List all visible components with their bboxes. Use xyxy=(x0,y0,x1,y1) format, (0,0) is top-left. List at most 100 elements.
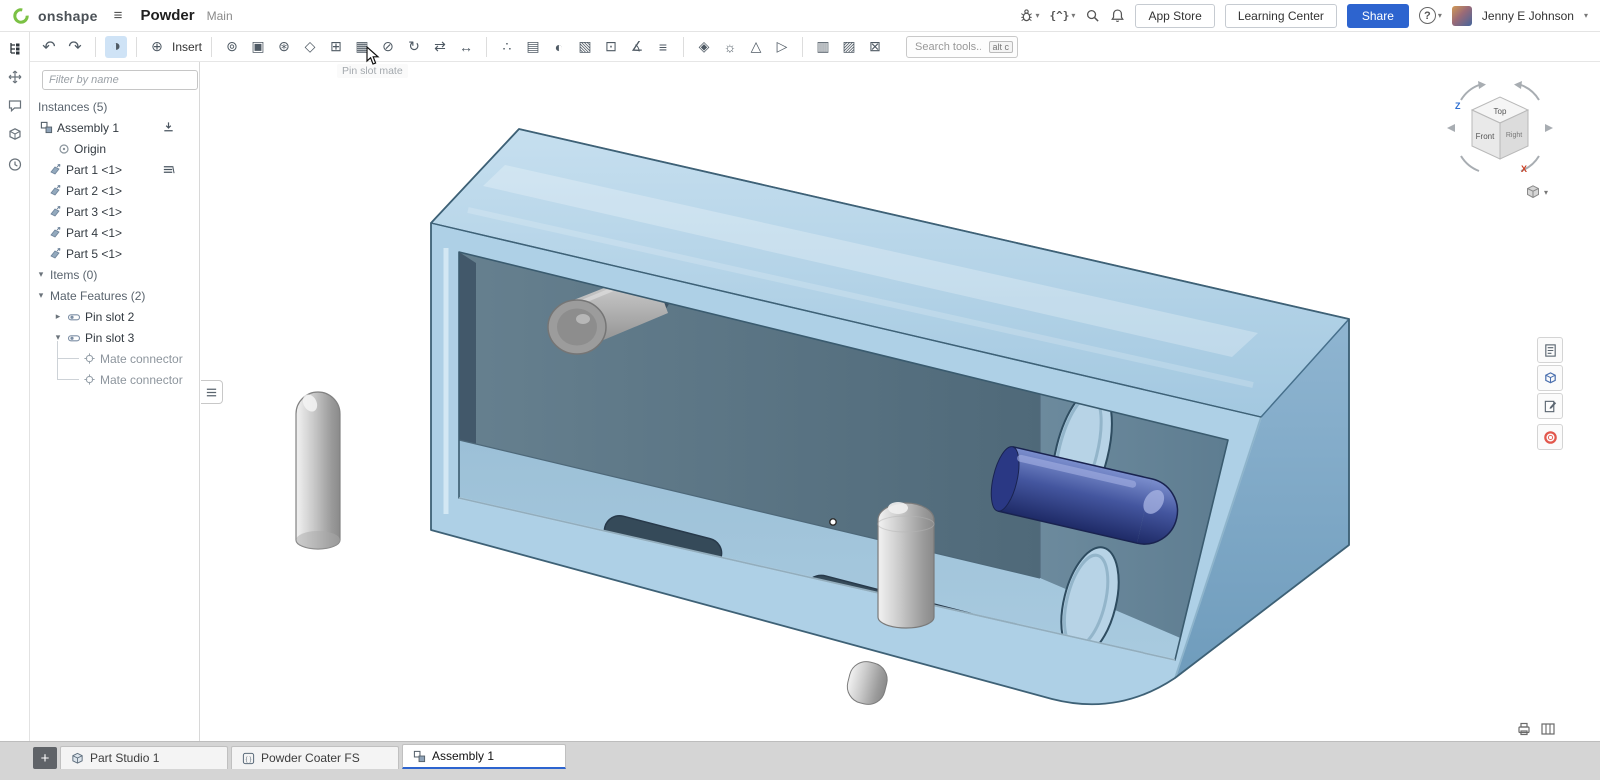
parts-panel-button[interactable] xyxy=(1537,365,1563,391)
assembly-tool-icon[interactable]: ⊛ xyxy=(273,36,295,58)
pin-slot-mate-icon xyxy=(67,310,81,324)
app-store-button[interactable]: App Store xyxy=(1135,4,1214,28)
featurescript-menu[interactable]: {^} ▾ xyxy=(1050,9,1076,22)
assembly-3d-model[interactable] xyxy=(201,62,1600,741)
search-tools-input[interactable] xyxy=(915,41,981,53)
chevron-down-icon: ▾ xyxy=(36,269,46,280)
history-icon[interactable] xyxy=(6,155,24,173)
assembly-tool-icon[interactable]: ∡ xyxy=(626,36,648,58)
tree-item-part[interactable]: Part 5 <1> xyxy=(30,243,199,264)
edit-panel-button[interactable] xyxy=(1537,393,1563,419)
tree-item-mate[interactable]: ▾ Pin slot 3 xyxy=(30,327,199,348)
tree-item-part[interactable]: Part 2 <1> xyxy=(30,180,199,201)
view-options-button[interactable]: ▾ xyxy=(1525,184,1548,200)
assembly-tool-icon[interactable]: ⇄ xyxy=(429,36,451,58)
comments-icon[interactable] xyxy=(6,97,24,115)
table-columns-icon[interactable] xyxy=(1540,721,1556,737)
assembly-toolbar: ↶ ↷ ◑ ⊕ Insert ⊚ ▣ ⊛ ◇ ⊞ ▦ ⊘ ↻ ⇄ ↔ ∴ ▤ ◐… xyxy=(0,32,1600,62)
assembly-tool-icon[interactable]: ⊠ xyxy=(864,36,886,58)
assembly-tool-icon[interactable]: ∴ xyxy=(496,36,518,58)
assembly-tool-icon[interactable]: ▨ xyxy=(838,36,860,58)
part-action-icon[interactable] xyxy=(162,163,175,176)
user-name[interactable]: Jenny E Johnson xyxy=(1482,9,1574,23)
bug-icon xyxy=(1019,8,1034,23)
user-avatar[interactable] xyxy=(1452,6,1472,26)
assembly-tool-icon[interactable]: △ xyxy=(745,36,767,58)
tab-assembly[interactable]: Assembly 1 xyxy=(402,744,566,769)
tree-item-assembly[interactable]: Assembly 1 xyxy=(30,117,199,138)
chevron-down-icon: ▾ xyxy=(53,332,63,343)
assembly-tool-icon[interactable]: ◈ xyxy=(693,36,715,58)
mate-tool-icon[interactable]: ⊚ xyxy=(221,36,243,58)
view-cube-icon xyxy=(1525,184,1541,200)
panel-collapse-handle[interactable] xyxy=(201,380,223,404)
document-panel-button[interactable] xyxy=(1537,337,1563,363)
pin-slot-mate-icon xyxy=(67,331,81,345)
assembly-action-icon[interactable] xyxy=(162,121,175,134)
slot-pin-bottom-tip[interactable] xyxy=(844,658,891,708)
search-tools-box[interactable]: alt c xyxy=(906,36,1018,58)
tree-item-part[interactable]: Part 1 <1> xyxy=(30,159,199,180)
instances-header[interactable]: Instances (5) xyxy=(30,96,199,117)
view-cube[interactable]: Top Front Right Z X xyxy=(1445,76,1555,196)
assembly-tool-icon[interactable]: ⊞ xyxy=(325,36,347,58)
document-tab-bar: + Part Studio 1 { } Powder Coater FS xyxy=(0,741,1600,780)
assembly-tool-icon[interactable]: ≡ xyxy=(652,36,674,58)
printer-icon[interactable] xyxy=(1516,721,1532,737)
redo-button[interactable]: ↷ xyxy=(64,36,86,58)
items-header[interactable]: ▾ Items (0) xyxy=(30,264,199,285)
search-icon[interactable] xyxy=(1085,8,1100,23)
assembly-tool-icon[interactable]: ↻ xyxy=(403,36,425,58)
viewcube-front-label: Front xyxy=(1476,132,1495,141)
tree-item-mate-connector[interactable]: Mate connector xyxy=(30,348,199,369)
onshape-logo-icon[interactable] xyxy=(12,7,30,25)
assembly-tool-icon[interactable]: ▥ xyxy=(812,36,834,58)
new-tab-button[interactable]: + xyxy=(33,747,57,769)
help-menu[interactable]: ? ▾ xyxy=(1419,7,1442,24)
transform-icon[interactable] xyxy=(6,68,24,86)
tree-item-origin[interactable]: Origin xyxy=(30,138,199,159)
tree-item-part[interactable]: Part 4 <1> xyxy=(30,222,199,243)
learning-center-button[interactable]: Learning Center xyxy=(1225,4,1337,28)
assembly-tool-icon[interactable]: ⊡ xyxy=(600,36,622,58)
active-tool-button[interactable]: ◑ xyxy=(105,36,127,58)
pin-part-loose[interactable] xyxy=(296,392,340,549)
mate-connector-icon xyxy=(83,373,96,386)
graphics-canvas[interactable]: Pin slot mate Top Front xyxy=(201,62,1600,741)
notifications-bell-icon[interactable] xyxy=(1110,8,1125,23)
tree-item-mate-connector[interactable]: Mate connector xyxy=(30,369,199,390)
caret-down-icon[interactable]: ▾ xyxy=(1584,11,1588,20)
undo-button[interactable]: ↶ xyxy=(38,36,60,58)
pin-part-standing[interactable] xyxy=(878,502,934,628)
assembly-tool-icon[interactable]: ▷ xyxy=(771,36,793,58)
assembly-tool-icon[interactable]: ▧ xyxy=(574,36,596,58)
toolbar-separator xyxy=(802,37,803,57)
insert-button[interactable]: ⊕ Insert xyxy=(146,36,202,58)
share-button[interactable]: Share xyxy=(1347,4,1409,28)
tabs-row: + Part Studio 1 { } Powder Coater FS xyxy=(33,744,566,769)
filter-input[interactable] xyxy=(42,70,198,90)
document-list-icon xyxy=(1543,343,1558,358)
assembly-tool-icon[interactable]: ▤ xyxy=(522,36,544,58)
assembly-tool-icon[interactable]: ◐ xyxy=(548,36,570,58)
instance-tree-icon[interactable] xyxy=(6,39,24,57)
tab-part-studio[interactable]: Part Studio 1 xyxy=(60,746,228,769)
assembly-tool-icon[interactable]: ☼ xyxy=(719,36,741,58)
assembly-tool-icon[interactable]: ⊘ xyxy=(377,36,399,58)
workspace-name[interactable]: Main xyxy=(207,9,233,23)
onshape-logo-text[interactable]: onshape xyxy=(38,8,98,24)
mate-features-header[interactable]: ▾ Mate Features (2) xyxy=(30,285,199,306)
origin-marker[interactable] xyxy=(830,519,836,525)
versions-icon[interactable] xyxy=(6,126,24,144)
bug-menu[interactable]: ▾ xyxy=(1019,8,1040,23)
tree-item-part[interactable]: Part 3 <1> xyxy=(30,201,199,222)
tree-item-mate[interactable]: ▸ Pin slot 2 xyxy=(30,306,199,327)
menu-hamburger-icon[interactable]: ≡ xyxy=(114,7,123,24)
assembly-tool-icon[interactable]: ↔ xyxy=(455,36,477,58)
tab-feature-studio[interactable]: { } Powder Coater FS xyxy=(231,746,399,769)
group-tool-icon[interactable]: ▣ xyxy=(247,36,269,58)
assembly-tool-icon[interactable]: ◇ xyxy=(299,36,321,58)
mate-connector-icon xyxy=(83,352,96,365)
support-panel-button[interactable] xyxy=(1537,424,1563,450)
tree-guide-line xyxy=(57,379,79,380)
